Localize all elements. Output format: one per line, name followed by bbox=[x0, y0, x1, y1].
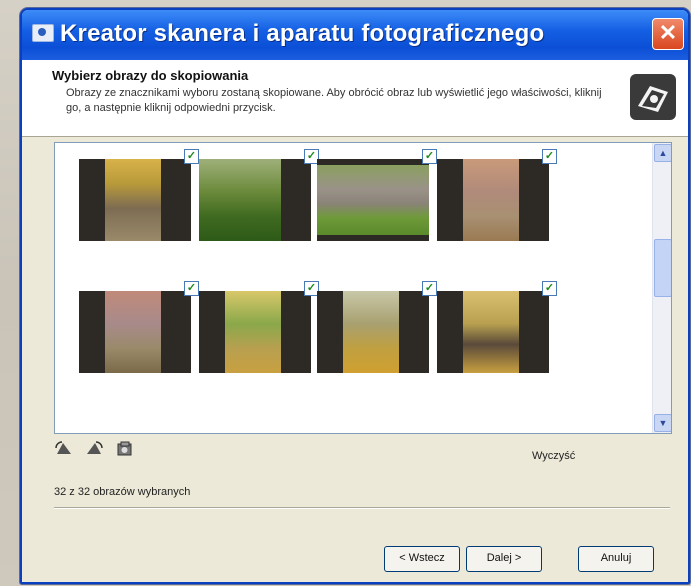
scrollbar-thumb[interactable] bbox=[654, 239, 671, 297]
window-title: Kreator skanera i aparatu fotograficzneg… bbox=[60, 20, 545, 47]
properties-icon[interactable] bbox=[115, 440, 135, 458]
photo-forest-trees bbox=[225, 291, 281, 373]
header-description: Obrazy ze znacznikami wyboru zostaną sko… bbox=[66, 87, 602, 114]
rotate-left-icon[interactable] bbox=[54, 440, 74, 458]
close-button[interactable]: ✕ bbox=[652, 18, 684, 50]
thumbnail[interactable]: ✓ bbox=[437, 149, 557, 241]
next-button[interactable]: Dalej > bbox=[466, 546, 542, 572]
scanner-wizard-icon bbox=[32, 24, 54, 42]
thumbnail[interactable]: ✓ bbox=[317, 281, 437, 373]
selected-checkbox[interactable]: ✓ bbox=[542, 281, 557, 296]
wizard-header: Wybierz obrazy do skopiowania Obrazy ze … bbox=[22, 60, 688, 137]
clear-button[interactable]: Wyczyść bbox=[532, 450, 575, 462]
back-button[interactable]: < Wstecz bbox=[384, 546, 460, 572]
thumbnail[interactable]: ✓ bbox=[199, 149, 319, 241]
photo-autumn-person bbox=[105, 159, 161, 241]
photo-autumn-leaves bbox=[463, 159, 519, 241]
thumbnail[interactable]: ✓ bbox=[437, 281, 557, 373]
rotate-right-icon[interactable] bbox=[84, 440, 104, 458]
gallery-scrollbar[interactable]: ▲ ▼ bbox=[652, 143, 671, 433]
scroll-down-icon[interactable]: ▼ bbox=[654, 414, 671, 432]
selected-checkbox[interactable]: ✓ bbox=[422, 149, 437, 164]
selected-checkbox[interactable]: ✓ bbox=[422, 281, 437, 296]
image-tools bbox=[54, 440, 141, 460]
scroll-up-icon[interactable]: ▲ bbox=[654, 144, 671, 162]
thumbnail[interactable]: ✓ bbox=[199, 281, 319, 373]
photo-park-path bbox=[199, 159, 281, 241]
thumbnail[interactable]: ✓ bbox=[79, 149, 199, 241]
thumbnail[interactable]: ✓ bbox=[79, 281, 199, 373]
selection-status: 32 z 32 obrazów wybranych bbox=[54, 486, 191, 498]
cancel-button[interactable]: Anuluj bbox=[578, 546, 654, 572]
photo-rock-grass bbox=[317, 165, 429, 235]
wizard-window: Kreator skanera i aparatu fotograficzneg… bbox=[20, 8, 690, 584]
image-gallery[interactable]: ✓ ✓ ✓ ✓ ✓ ✓ ✓ ✓ ▲ ▼ bbox=[54, 142, 672, 434]
title-bar[interactable]: Kreator skanera i aparatu fotograficzneg… bbox=[22, 10, 688, 60]
selected-checkbox[interactable]: ✓ bbox=[542, 149, 557, 164]
photo-figure-alley bbox=[343, 291, 399, 373]
thumbnail[interactable]: ✓ bbox=[317, 149, 437, 241]
separator bbox=[54, 507, 670, 509]
selected-checkbox[interactable]: ✓ bbox=[184, 149, 199, 164]
selected-checkbox[interactable]: ✓ bbox=[184, 281, 199, 296]
photo-person-yellow-leaves bbox=[463, 291, 519, 373]
header-title: Wybierz obrazy do skopiowania bbox=[52, 68, 249, 83]
photo-tree-trunk bbox=[105, 291, 161, 373]
camera-wizard-icon bbox=[630, 74, 676, 120]
